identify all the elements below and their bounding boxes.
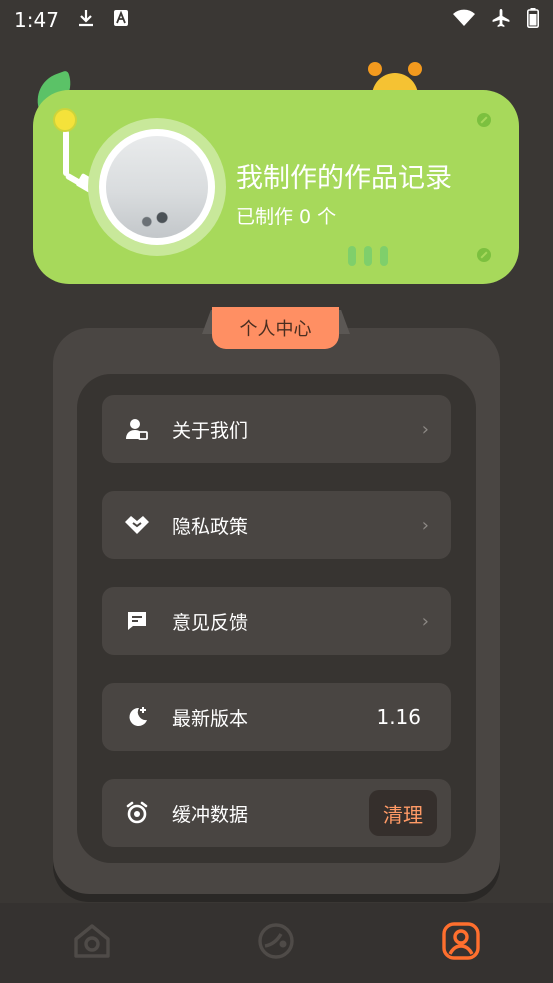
bottom-navigation [0,903,553,983]
chevron-right-icon: › [421,514,429,536]
battery-icon [527,7,539,33]
menu-item-label: 意见反馈 [172,611,249,634]
discover-icon [257,922,295,964]
menu-item-latest-version[interactable]: 最新版本 1.16 [102,683,451,751]
status-bar: 1:47 [0,0,553,40]
clear-cache-button[interactable]: 清理 [369,790,437,836]
menu-item-privacy-policy[interactable]: 隐私政策 › [102,491,451,559]
status-time: 1:47 [14,8,59,32]
section-badge: 个人中心 [212,307,339,349]
version-number: 1.16 [376,705,421,729]
user-info-icon [124,416,150,442]
card-stripe [380,246,388,266]
bee-antenna-right [408,62,422,76]
pin-head [53,108,77,132]
chevron-right-icon: › [421,418,429,440]
screw-icon [477,248,491,262]
handshake-icon [124,512,150,538]
pin-decoration [63,130,69,176]
menu-item-label: 关于我们 [172,419,249,442]
profile-icon [442,922,480,964]
menu-item-label: 最新版本 [172,707,249,730]
wifi-icon [453,8,475,32]
menu-item-feedback[interactable]: 意见反馈 › [102,587,451,655]
moon-icon [124,704,150,730]
menu-item-label: 缓冲数据 [172,803,249,826]
avatar[interactable] [106,136,208,238]
menu-item-label: 隐私政策 [172,515,249,538]
nav-item-home[interactable] [0,903,184,983]
nav-item-discover[interactable] [184,903,368,983]
feedback-icon [124,608,150,634]
card-stripe [364,246,372,266]
screw-icon [477,113,491,127]
chevron-right-icon: › [421,610,429,632]
alarm-clock-icon [124,800,150,826]
nav-item-profile[interactable] [369,903,553,983]
airplane-icon [491,8,511,33]
record-title: 我制作的作品记录 [236,163,452,194]
card-stripe [348,246,356,266]
menu-item-cache-data[interactable]: 缓冲数据 清理 [102,779,451,847]
download-icon [77,8,95,32]
home-icon [72,923,112,963]
menu-item-about-us[interactable]: 关于我们 › [102,395,451,463]
record-count: 已制作 0 个 [236,206,337,228]
bee-antenna-left [368,62,382,76]
text-format-icon [113,8,129,32]
